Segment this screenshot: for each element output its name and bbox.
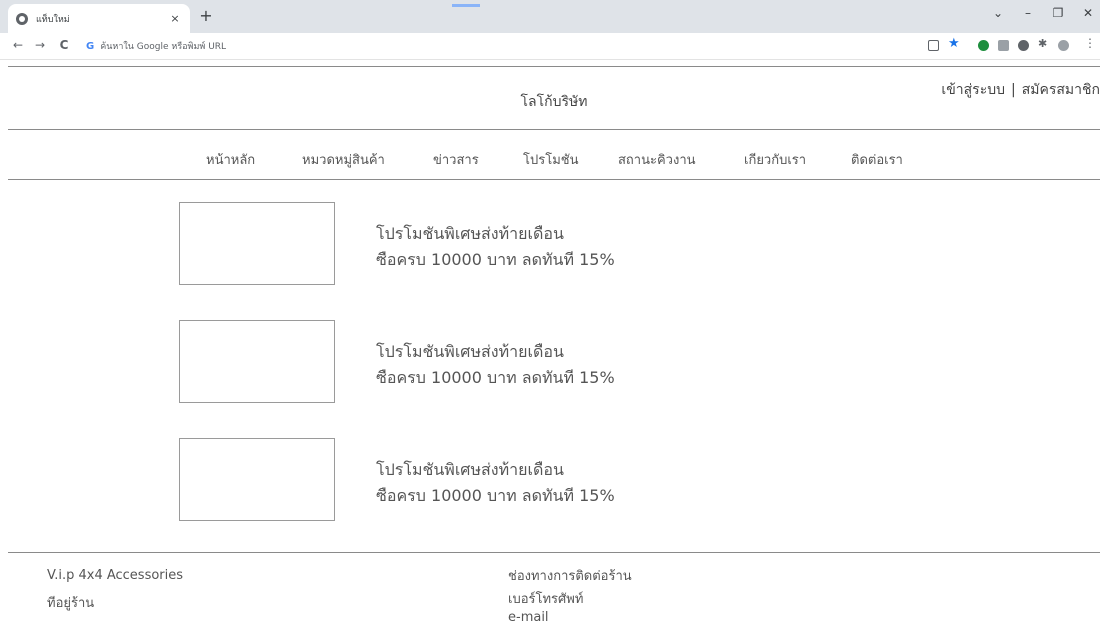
minimize-button[interactable]: – (1018, 6, 1038, 20)
promotion-description: ซือครบ 10000 บาท ลดทันที 15% (376, 486, 615, 505)
contact-heading: ช่องทางการติดต่อร้าน (508, 569, 632, 584)
address-bar-placeholder: ค้นหาใน Google หรือพิมพ์ URL (100, 42, 227, 52)
menu-item-queue-status[interactable]: สถานะคิวงาน (618, 149, 696, 170)
promotion-description: ซือครบ 10000 บาท ลดทันที 15% (376, 368, 615, 387)
menu-item-home[interactable]: หน้าหลัก (206, 149, 255, 170)
extension-box-icon[interactable] (998, 40, 1009, 51)
extension-dark-icon[interactable] (1018, 40, 1029, 51)
register-link[interactable]: สมัครสมาชิก (1022, 82, 1100, 98)
menu-item-promotions[interactable]: โปรโมชัน (523, 149, 578, 170)
auth-links: เข้าสู่ระบบ | สมัครสมาชิก (941, 79, 1100, 101)
login-link[interactable]: เข้าสู่ระบบ (941, 82, 1005, 98)
extension-green-icon[interactable] (978, 40, 989, 51)
tab-search-icon[interactable]: ⌄ (988, 6, 1008, 20)
auth-separator: | (1011, 82, 1016, 98)
close-window-button[interactable]: ✕ (1078, 6, 1098, 20)
restore-button[interactable]: ❐ (1048, 6, 1068, 20)
share-icon[interactable] (928, 40, 939, 51)
promotion-description: ซือครบ 10000 บาท ลดทันที 15% (376, 250, 615, 269)
menu-item-contact[interactable]: ติดต่อเรา (851, 149, 903, 170)
phone-label: เบอร์โทรศัพท์ (508, 592, 584, 607)
reload-icon[interactable]: C (56, 38, 72, 52)
tab-indicator (452, 4, 480, 7)
browser-toolbar: ← → C G ค้นหาใน Google หรือพิมพ์ URL ★ ✱… (0, 33, 1100, 60)
bookmark-star-icon[interactable]: ★ (948, 36, 960, 51)
promotion-image[interactable] (179, 438, 335, 521)
google-icon: G (86, 40, 95, 52)
promotion-title[interactable]: โปรโมชันพิเศษส่งท้ายเดือน (376, 458, 564, 483)
main-menu: หน้าหลัก หมวดหมู่สินค้า ข่าวสาร โปรโมชัน… (8, 131, 1100, 180)
new-tab-button[interactable]: + (196, 6, 216, 25)
menu-item-about[interactable]: เกียวกับเรา (744, 149, 806, 170)
promotion-image[interactable] (179, 320, 335, 403)
back-arrow-icon[interactable]: ← (10, 38, 26, 52)
site-header: โลโก้บริษัท เข้าสู่ระบบ | สมัครสมาชิก (8, 66, 1100, 130)
shop-name: V.i.p 4x4 Accessories (47, 568, 184, 583)
promotion-title[interactable]: โปรโมชันพิเศษส่งท้ายเดือน (376, 340, 564, 365)
chrome-favicon-icon (16, 12, 28, 25)
browser-menu-icon[interactable]: ⋮ (1084, 36, 1096, 50)
tab-close-icon[interactable]: × (168, 12, 182, 25)
browser-tab[interactable]: แท็บใหม่ × (8, 4, 190, 33)
forward-arrow-icon[interactable]: → (32, 38, 48, 52)
extensions-puzzle-icon[interactable]: ✱ (1038, 37, 1049, 50)
profile-avatar-icon[interactable] (1058, 40, 1069, 51)
menu-item-categories[interactable]: หมวดหมู่สินค้า (302, 149, 385, 170)
site-footer: V.i.p 4x4 Accessories ทีอยู่ร้าน ช่องทาง… (8, 552, 1100, 627)
tab-title: แท็บใหม่ (36, 14, 70, 25)
browser-tab-bar: แท็บใหม่ × + ⌄ – ❐ ✕ (0, 0, 1100, 33)
company-logo[interactable]: โลโก้บริษัท (8, 91, 1100, 113)
menu-item-news[interactable]: ข่าวสาร (433, 149, 479, 170)
shop-address-label: ทีอยู่ร้าน (47, 596, 95, 611)
promotion-title[interactable]: โปรโมชันพิเศษส่งท้ายเดือน (376, 222, 564, 247)
promotion-image[interactable] (179, 202, 335, 285)
email-label: e-mail (508, 610, 549, 625)
